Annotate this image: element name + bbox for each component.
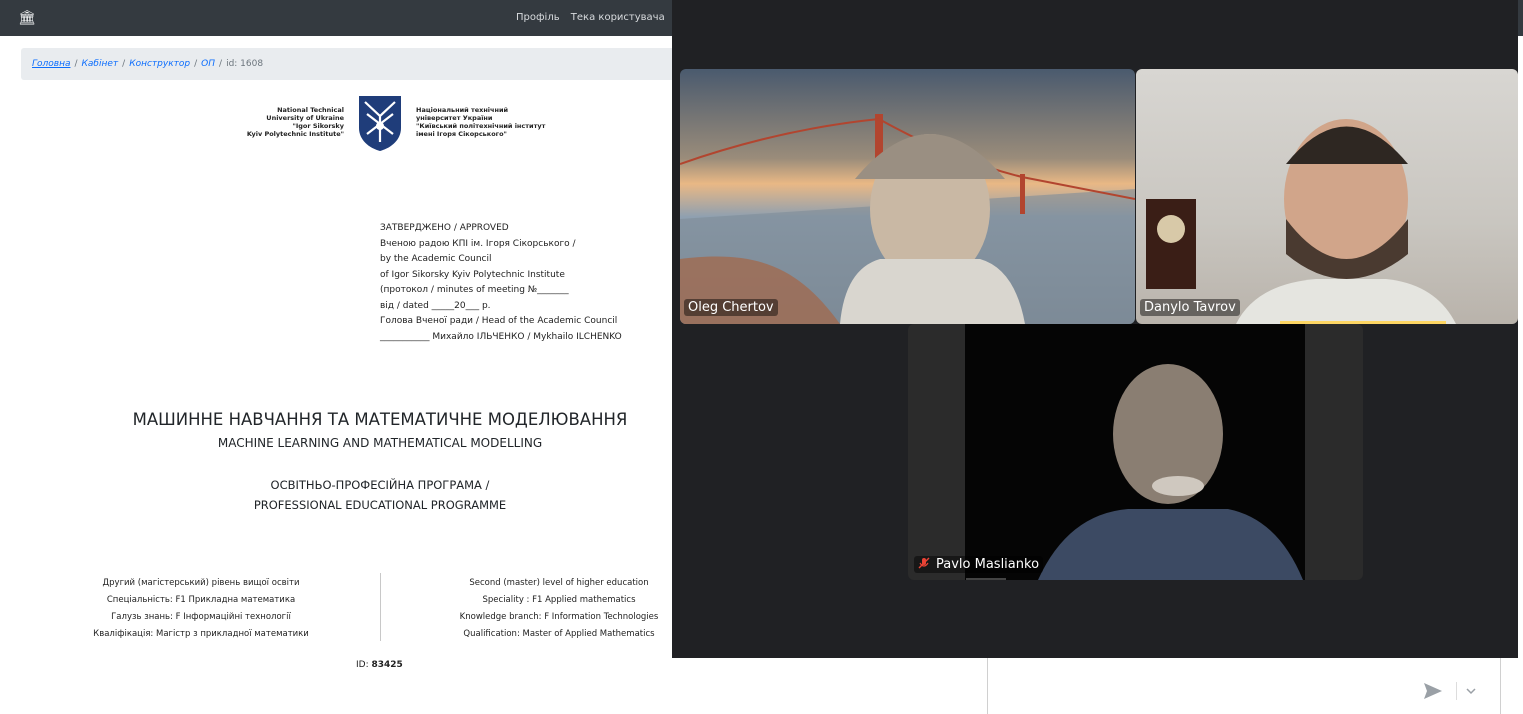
breadcrumb-separator: / — [122, 59, 126, 69]
breadcrumb: Головна / Кабінет / Конструктор / ОП / id: 1608 — [21, 48, 721, 80]
university-name-en: National Technical University of Ukraine… — [220, 106, 344, 138]
info-line: Галузь знань: F Інформаційні технології — [111, 612, 291, 622]
breadcrumb-cabinet[interactable]: Кабінет — [82, 59, 119, 69]
participant-name-pavlo: Pavlo Maslianko — [936, 557, 1040, 572]
approval-line: of Igor Sikorsky Kyiv Polytechnic Instit… — [380, 269, 565, 280]
nav-link-user-folder[interactable]: Тека користувача — [571, 12, 665, 23]
university-name-en-line: National Technical — [277, 106, 344, 114]
document-id-label: ID: — [356, 660, 369, 670]
university-name-ua-line: Національний технічний — [416, 106, 509, 114]
video-feed — [1146, 119, 1456, 324]
approval-line: ЗАТВЕРДЖЕНО / APPROVED — [380, 223, 509, 233]
info-line: Second (master) level of higher educatio… — [469, 578, 649, 588]
participant-tile-pavlo[interactable] — [908, 324, 1363, 580]
info-divider — [380, 573, 381, 641]
program-type-en: PROFESSIONAL EDUCATIONAL PROGRAMME — [253, 498, 507, 512]
university-name-en-line: University of Ukraine — [266, 114, 344, 122]
approval-line: ___________ Михайло ІЛЬЧЕНКО / Mykhailo … — [380, 331, 622, 342]
approval-line: Голова Вченої ради / Head of the Academi… — [380, 316, 618, 326]
video-feed — [965, 324, 1305, 580]
institution-icon[interactable]: 🏛 — [18, 10, 36, 26]
university-name-en-line: Kyiv Polytechnic Institute" — [246, 130, 344, 138]
nav-link-profile[interactable]: Профіль — [516, 12, 560, 23]
info-line: Спеціальність: F1 Прикладна математика — [106, 595, 296, 605]
breadcrumb-constructor[interactable]: Конструктор — [129, 59, 190, 69]
chat-divider — [1456, 682, 1457, 700]
info-line: Speciality : F1 Applied mathematics — [482, 595, 636, 605]
program-title-ua: МАШИННЕ НАВЧАННЯ ТА МАТЕМАТИЧНЕ МОДЕЛЮВА… — [132, 410, 628, 429]
info-line: Knowledge branch: F Information Technolo… — [459, 612, 659, 622]
info-line: Другий (магістерський) рівень вищої осві… — [102, 578, 300, 588]
send-icon[interactable] — [1422, 680, 1444, 702]
participant-tile-danylo[interactable] — [1136, 69, 1518, 324]
approval-line: від / dated _____20___ р. — [380, 300, 491, 311]
chevron-down-icon[interactable] — [1464, 684, 1478, 698]
university-name-en-line: "Igor Sikorsky — [292, 122, 344, 130]
breadcrumb-id: id: 1608 — [226, 59, 264, 69]
participant-name-tag-pavlo: Pavlo Maslianko — [914, 556, 1044, 573]
approval-line: Вченою радою КПІ ім. Ігоря Сікорського / — [380, 238, 576, 249]
document-id: ID: 83425 — [356, 660, 403, 670]
university-name-ua-line: імені Ігоря Сікорського" — [416, 130, 507, 138]
breadcrumb-separator: / — [219, 59, 223, 69]
approval-block: ЗАТВЕРДЖЕНО / APPROVED Вченою радою КПІ … — [380, 221, 622, 345]
breadcrumb-separator: / — [194, 59, 198, 69]
university-name-ua-line: "Київський політехнічний інститут — [416, 122, 546, 130]
speaking-indicator — [1280, 321, 1446, 324]
participant-name-oleg: Oleg Chertov — [684, 299, 778, 316]
approval-line: by the Academic Council — [380, 254, 492, 264]
nav-links: Профіль Тека користувача Ви — [516, 12, 697, 23]
info-line: Кваліфікація: Магістр з прикладної матем… — [93, 629, 309, 639]
breadcrumb-separator: / — [74, 59, 78, 69]
university-name-ua-line: університет України — [416, 114, 493, 122]
breadcrumb-home[interactable]: Головна — [32, 59, 70, 69]
program-info-en: Second (master) level of higher educatio… — [440, 575, 678, 643]
breadcrumb-op[interactable]: ОП — [201, 59, 215, 69]
program-type-ua: ОСВІТНЬО-ПРОФЕСІЙНА ПРОГРАМА / — [270, 478, 490, 492]
participant-tile-oleg[interactable] — [680, 69, 1135, 324]
program-title-en: MACHINE LEARNING AND MATHEMATICAL MODELL… — [217, 436, 543, 450]
participant-name-danylo: Danylo Tavrov — [1140, 299, 1240, 316]
document-id-value: 83425 — [371, 660, 403, 670]
university-name-ua: Національний технічний університет Украї… — [416, 106, 586, 138]
university-crest-icon — [359, 96, 401, 151]
video-feed — [680, 114, 1135, 324]
info-line: Qualification: Master of Applied Mathema… — [463, 629, 655, 639]
approval-line: (протокол / minutes of meeting №_______ — [380, 285, 569, 295]
program-info-ua: Другий (магістерський) рівень вищої осві… — [70, 575, 332, 643]
mic-off-icon — [918, 557, 930, 569]
audio-level-indicator — [966, 578, 1006, 580]
